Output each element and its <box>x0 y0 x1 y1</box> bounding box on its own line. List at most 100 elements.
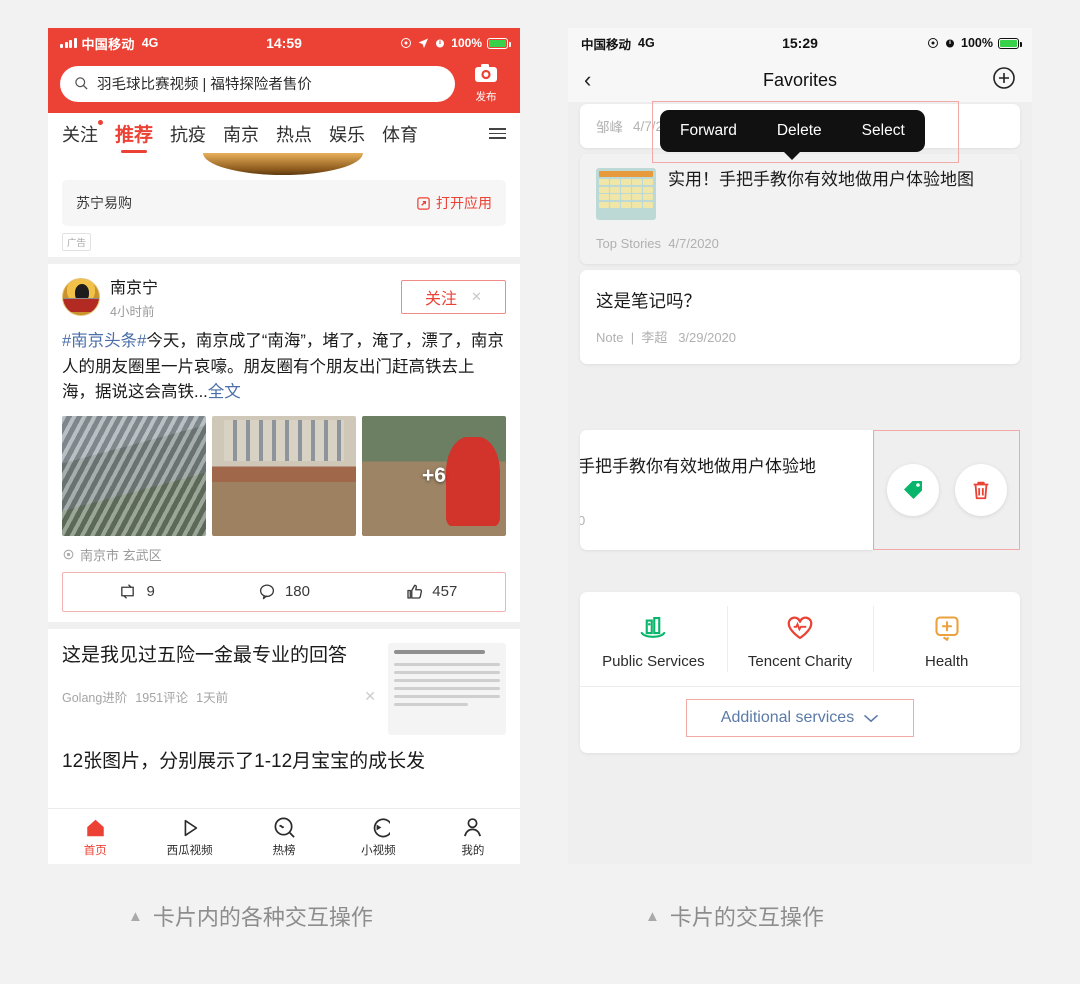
comment-count: 180 <box>284 583 310 601</box>
chevron-left-icon[interactable]: ‹ <box>584 69 591 91</box>
tabbar-item-video[interactable]: 西瓜视频 <box>142 816 236 858</box>
context-menu-popup: Forward Delete Select <box>660 110 925 160</box>
caption-right: ▲ 卡片的交互操作 <box>645 900 824 932</box>
tab-kangyi[interactable]: 抗疫 <box>170 121 206 147</box>
plus-circle-icon[interactable] <box>992 66 1016 95</box>
tab-nanjing[interactable]: 南京 <box>223 121 259 147</box>
status-right-group: 100% <box>927 36 1022 50</box>
swipe-card-meta: 0 <box>580 513 586 528</box>
government-building-icon <box>580 612 727 644</box>
ad-tag-badge: 广告 <box>62 233 92 251</box>
publish-button[interactable]: 发布 <box>464 63 508 104</box>
post-image-1[interactable] <box>62 415 206 536</box>
service-health[interactable]: Health <box>873 592 1020 686</box>
search-query-text: 羽毛球比赛视频 | 福特探险者售价 <box>97 77 312 93</box>
page-root: 中国移动 4G 14:59 100% 羽毛球比赛视频 | 福特探险者售价 发布 … <box>0 0 1080 984</box>
swipe-card-title: 手把手教你有效地做用户体验地 <box>580 457 816 476</box>
article-item-2[interactable]: 12张图片，分别展示了1-12月宝宝的成长发 <box>48 744 520 776</box>
heart-pulse-icon <box>727 612 874 644</box>
menu-item-forward[interactable]: Forward <box>660 122 757 140</box>
unread-dot-icon <box>98 119 103 125</box>
person-icon <box>426 816 520 840</box>
menu-item-delete[interactable]: Delete <box>757 122 842 140</box>
right-phone-screenshot: 中国移动 4G 15:29 100% ‹ Favorites 邹峰 4/7/2 … <box>568 28 1032 864</box>
post-image-2[interactable] <box>212 415 356 536</box>
favorite-top: 实用！手把手教你有效地做用户体验地图 <box>596 168 1004 220</box>
ad-block: 苏宁易购 打开应用 广告 <box>48 153 520 257</box>
location-pin-icon <box>63 549 74 560</box>
section-divider-2 <box>48 621 520 629</box>
services-footer: Additional services <box>580 686 1020 753</box>
comment-action[interactable]: 180 <box>210 583 357 600</box>
service-label: Tencent Charity <box>747 653 853 670</box>
service-public-services[interactable]: Public Services <box>580 592 727 686</box>
ad-bar[interactable]: 苏宁易购 打开应用 <box>62 180 506 226</box>
tabbar-item-profile[interactable]: 我的 <box>426 816 520 858</box>
services-grid: Public Services Tencent Charity Health <box>580 592 1020 686</box>
favorite-title: 实用！手把手教你有效地做用户体验地图 <box>668 170 974 189</box>
extra-photos-count: +6 <box>422 463 446 487</box>
delete-button[interactable] <box>954 464 1007 516</box>
location-services-icon <box>928 38 939 48</box>
post-author-block: 南京宁 4小时前 <box>110 274 158 320</box>
post-expand-link[interactable]: 全文 <box>208 383 241 401</box>
hamburger-icon[interactable] <box>489 128 506 139</box>
tabbar-item-shortvideo[interactable]: 小视频 <box>331 816 425 858</box>
note-author: 李超 <box>641 330 668 345</box>
tabbar-item-trending[interactable]: 热榜 <box>237 816 331 858</box>
post-header: 南京宁 4小时前 关注 ✕ <box>62 274 506 320</box>
navigation-bar: ‹ Favorites <box>568 58 1032 102</box>
post-timestamp: 4小时前 <box>110 305 155 319</box>
article-comments: 1951评论 <box>135 691 189 706</box>
swipe-card-body[interactable]: 手把手教你有效地做用户体验地 0 <box>580 430 873 550</box>
post-image-3[interactable]: +6 <box>362 415 506 536</box>
tab-guanzhu[interactable]: 关注 <box>62 119 103 147</box>
open-app-button[interactable]: 打开应用 <box>416 193 492 213</box>
trash-icon <box>973 481 988 500</box>
network-label: 4G <box>141 36 159 50</box>
repost-icon <box>121 584 135 599</box>
tag-button[interactable] <box>886 464 939 516</box>
signal-bars-icon <box>60 38 77 48</box>
ad-banner-image <box>203 153 363 175</box>
note-kind: Note <box>596 330 624 345</box>
note-separator: | <box>630 330 635 345</box>
article-source: Golang进阶 <box>62 691 128 706</box>
tab-redian[interactable]: 热点 <box>276 121 312 147</box>
popup-arrow-icon <box>783 151 802 160</box>
thumbs-up-icon <box>407 584 423 599</box>
tab-yule[interactable]: 娱乐 <box>329 121 365 147</box>
caption-left-text: 卡片内的各种交互操作 <box>152 905 373 930</box>
post-location-label: 南京市 玄武区 <box>80 547 162 563</box>
like-action[interactable]: 457 <box>358 583 505 601</box>
favorite-source: Top Stories <box>596 236 662 251</box>
category-tabs: 关注 推荐 抗疫 南京 热点 娱乐 体育 <box>48 113 520 153</box>
article-time: 1天前 <box>196 691 229 706</box>
favorites-list: 邹峰 4/7/2 实用！手把手教你有效地做用户体验地图 Top Stories … <box>568 104 1032 753</box>
article-thumbnail <box>388 642 506 735</box>
short-video-icon <box>331 816 425 840</box>
favorite-meta: Top Stories 4/7/2020 <box>596 236 1004 251</box>
search-input[interactable]: 羽毛球比赛视频 | 福特探险者售价 <box>60 65 455 102</box>
follow-button[interactable]: 关注 <box>425 285 457 309</box>
post-hashtag[interactable]: #南京头条# <box>62 332 146 350</box>
alarm-icon <box>436 39 445 48</box>
avatar[interactable] <box>62 278 100 316</box>
bottom-tab-bar: 首页 西瓜视频 热榜 小视频 我的 <box>48 808 520 864</box>
dismiss-post-icon[interactable]: ✕ <box>471 289 482 305</box>
repost-action[interactable]: 9 <box>63 583 210 600</box>
play-triangle-icon <box>142 816 236 840</box>
article-item-1[interactable]: 这是我见过五险一金最专业的回答 Golang进阶 1951评论 1天前 ✕ <box>48 628 520 745</box>
menu-item-select[interactable]: Select <box>842 122 925 140</box>
open-app-label: 打开应用 <box>436 195 492 211</box>
close-icon[interactable]: ✕ <box>364 688 376 705</box>
tabbar-item-home[interactable]: 首页 <box>48 816 142 858</box>
tab-tiyu[interactable]: 体育 <box>382 121 418 147</box>
tab-tuijian[interactable]: 推荐 <box>115 120 153 147</box>
additional-services-button[interactable]: Additional services <box>685 699 915 737</box>
list-item-favorite[interactable]: 实用！手把手教你有效地做用户体验地图 Top Stories 4/7/2020 <box>580 154 1020 264</box>
service-tencent-charity[interactable]: Tencent Charity <box>726 592 874 686</box>
section-divider <box>48 257 520 264</box>
repost-count: 9 <box>146 583 155 601</box>
list-item-note[interactable]: 这是笔记吗？ Note | 李超 3/29/2020 <box>580 270 1020 364</box>
